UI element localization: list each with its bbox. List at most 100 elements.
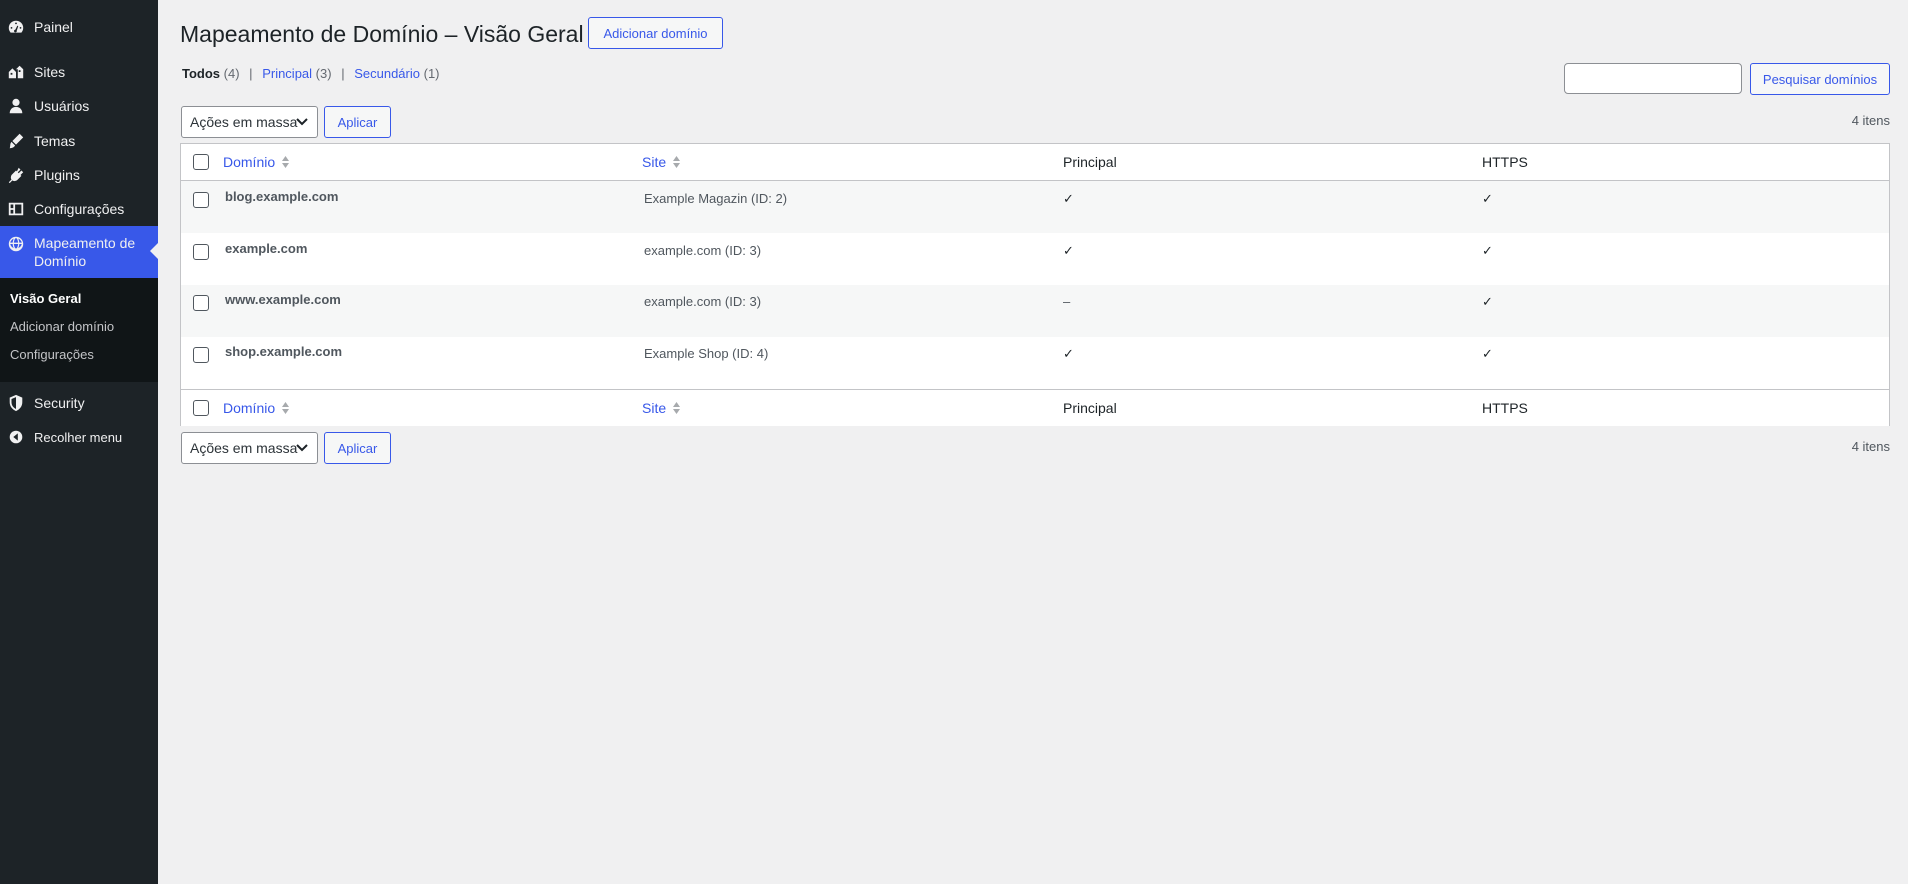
bulk-actions-select-top[interactable]: Ações em massa [181, 106, 318, 138]
filter-all-link[interactable]: Todos [182, 66, 220, 81]
search-domains-button[interactable]: Pesquisar domínios [1750, 63, 1890, 95]
primary-status: ✓ [1063, 243, 1074, 258]
https-status: ✓ [1482, 346, 1493, 361]
https-status: ✓ [1482, 294, 1493, 309]
table-footer-row: Domínio Site Principal HTTPS [181, 389, 1889, 426]
sidebar-item-label: Recolher menu [34, 429, 123, 445]
sort-icon [673, 156, 681, 168]
column-footer-label: Site [642, 400, 667, 416]
primary-status: ✓ [1063, 191, 1074, 206]
table-row: blog.example.com Example Magazin (ID: 2)… [181, 181, 1889, 233]
column-footer-label: Domínio [223, 400, 276, 416]
site-name: Example Shop (ID: 4) [644, 346, 769, 361]
sidebar-item-label: Configurações [34, 201, 125, 217]
row-checkbox[interactable] [193, 192, 209, 208]
site-name: example.com (ID: 3) [644, 243, 762, 258]
domain-name[interactable]: shop.example.com [225, 344, 342, 359]
chevron-down-icon [296, 118, 308, 126]
sort-icon [282, 402, 290, 414]
table-header-row: Domínio Site Principal HTTPS [181, 144, 1889, 181]
column-header-label: Domínio [223, 154, 276, 170]
collapse-menu-button[interactable]: Recolher menu [0, 420, 158, 454]
sort-icon [282, 156, 290, 168]
sidebar-item-label: Painel [34, 19, 73, 35]
main-content: Mapeamento de Domínio – Visão Geral Adic… [180, 0, 1890, 884]
domain-name[interactable]: example.com [225, 241, 307, 256]
sidebar-item-configuracoes[interactable]: Configurações [0, 192, 158, 226]
filter-secondary-link[interactable]: Secundário [354, 66, 420, 81]
sidebar-item-label: Temas [34, 133, 76, 149]
column-header-domain[interactable]: Domínio [223, 154, 290, 170]
items-count-top: 4 itens [1851, 113, 1890, 128]
submenu-item-visao-geral[interactable]: Visão Geral [10, 291, 81, 306]
page-title: Mapeamento de Domínio – Visão Geral [180, 21, 584, 47]
search-input[interactable] [1564, 63, 1742, 94]
sidebar-item-mapeamento-de-dominio[interactable]: Mapeamento de Domínio [0, 226, 158, 278]
row-checkbox[interactable] [193, 295, 209, 311]
select-all-checkbox-footer[interactable] [193, 400, 209, 416]
filter-primary-count: (3) [315, 66, 332, 81]
sidebar-item-label: Sites [34, 64, 66, 80]
filter-links: Todos (4) | Principal (3) | Secundário (… [182, 66, 440, 81]
row-checkbox[interactable] [193, 244, 209, 260]
table-row: shop.example.com Example Shop (ID: 4) ✓ … [181, 337, 1889, 389]
collapse-icon [6, 427, 26, 447]
shield-icon [6, 393, 26, 413]
globe-icon [6, 234, 26, 254]
column-header-https: HTTPS [1482, 154, 1528, 170]
column-footer-domain[interactable]: Domínio [223, 400, 290, 416]
domain-name[interactable]: www.example.com [225, 292, 341, 307]
submenu-item-adicionar-dominio[interactable]: Adicionar domínio [10, 319, 114, 334]
apply-button-bottom[interactable]: Aplicar [324, 432, 391, 464]
table-row: www.example.com example.com (ID: 3) – ✓ [181, 285, 1889, 337]
filter-primary-link[interactable]: Principal [262, 66, 312, 81]
domain-name[interactable]: blog.example.com [225, 189, 338, 204]
dashboard-icon [6, 17, 26, 37]
https-status: ✓ [1482, 243, 1493, 258]
sidebar-submenu: Visão Geral Adicionar domínio Configuraç… [0, 278, 158, 382]
column-footer-site[interactable]: Site [642, 400, 681, 416]
filter-separator: | [341, 66, 345, 81]
bulk-actions-value: Ações em massa [190, 440, 298, 456]
column-header-site[interactable]: Site [642, 154, 681, 170]
themes-icon [6, 131, 26, 151]
bulk-actions-select-bottom[interactable]: Ações em massa [181, 432, 318, 464]
site-name: Example Magazin (ID: 2) [644, 191, 788, 206]
add-domain-button[interactable]: Adicionar domínio [588, 17, 723, 49]
users-icon [6, 96, 26, 116]
filter-all-count: (4) [223, 66, 240, 81]
column-footer-primary: Principal [1063, 400, 1117, 416]
primary-status: – [1063, 294, 1071, 309]
sidebar-item-plugins[interactable]: Plugins [0, 158, 158, 192]
column-header-label: Site [642, 154, 667, 170]
sidebar-item-painel[interactable]: Painel [0, 10, 158, 44]
sidebar-item-security[interactable]: Security [0, 386, 158, 420]
domains-table: Domínio Site Principal HTTPS blog.exampl… [180, 143, 1890, 426]
sidebar-item-label: Plugins [34, 167, 80, 183]
filter-secondary-count: (1) [423, 66, 440, 81]
row-checkbox[interactable] [193, 347, 209, 363]
sidebar-item-label: Usuários [34, 98, 90, 114]
chevron-down-icon [296, 444, 308, 452]
sidebar-item-sites[interactable]: Sites [0, 55, 158, 89]
sort-icon [673, 402, 681, 414]
column-footer-https: HTTPS [1482, 400, 1528, 416]
site-name: example.com (ID: 3) [644, 294, 762, 309]
plugins-icon [6, 165, 26, 185]
settings-icon [6, 199, 26, 219]
bulk-actions-value: Ações em massa [190, 114, 298, 130]
sidebar-item-label: Security [34, 395, 85, 411]
items-count-bottom: 4 itens [1851, 439, 1890, 454]
filter-separator: | [249, 66, 253, 81]
sidebar-item-usuarios[interactable]: Usuários [0, 89, 158, 123]
sidebar-item-label: Mapeamento de Domínio [34, 235, 136, 269]
primary-status: ✓ [1063, 346, 1074, 361]
apply-button-top[interactable]: Aplicar [324, 106, 391, 138]
submenu-item-configuracoes[interactable]: Configurações [10, 347, 94, 362]
admin-sidebar: Painel Sites Usuários Temas Plugins Conf… [0, 0, 158, 884]
sites-icon [6, 62, 26, 82]
select-all-checkbox[interactable] [193, 154, 209, 170]
table-row: example.com example.com (ID: 3) ✓ ✓ [181, 233, 1889, 285]
column-header-primary: Principal [1063, 154, 1117, 170]
sidebar-item-temas[interactable]: Temas [0, 124, 158, 158]
